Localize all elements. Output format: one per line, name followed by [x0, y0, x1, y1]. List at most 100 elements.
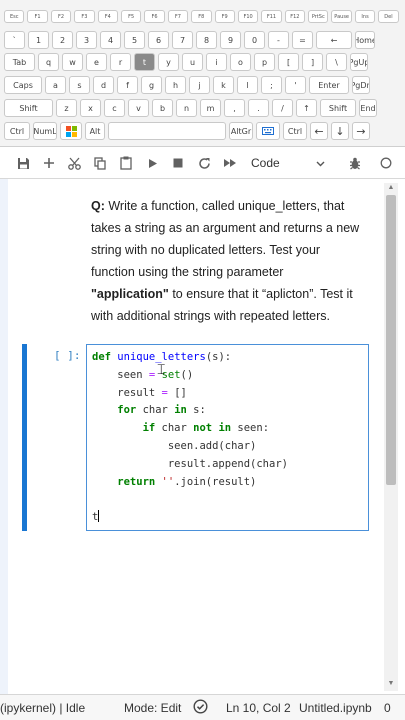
key-special-12[interactable]: Shift — [320, 99, 356, 117]
key-e[interactable]: e — [86, 53, 107, 71]
save-icon[interactable] — [14, 147, 32, 179]
key-v[interactable]: v — [128, 99, 149, 117]
key-t[interactable]: t — [134, 53, 155, 71]
key-special-11[interactable]: ' — [285, 76, 306, 94]
key-special-12[interactable]: = — [292, 31, 313, 49]
key-u[interactable]: u — [182, 53, 203, 71]
key-i[interactable]: i — [206, 53, 227, 71]
key-space[interactable] — [108, 122, 226, 140]
key-special-6[interactable]: F6 — [144, 10, 165, 23]
key-2[interactable]: 2 — [52, 31, 73, 49]
key-special-9[interactable]: F9 — [214, 10, 235, 23]
key-special-13[interactable]: PgDn — [352, 76, 370, 94]
key-special-14[interactable]: Home — [355, 31, 375, 49]
key-q[interactable]: q — [38, 53, 59, 71]
cursor-position[interactable]: Ln 10, Col 2 — [226, 701, 291, 715]
key-special-11[interactable]: ↑ — [296, 99, 317, 117]
key-n[interactable]: n — [176, 99, 197, 117]
key-a[interactable]: a — [45, 76, 66, 94]
key-special-14[interactable]: PgUp — [350, 53, 368, 71]
key-special-5[interactable]: F5 — [120, 10, 142, 23]
add-cell-icon[interactable] — [40, 147, 58, 179]
key-y[interactable]: y — [158, 53, 179, 71]
key-special-8[interactable]: , — [224, 99, 245, 117]
key-5[interactable]: 5 — [124, 31, 145, 49]
key-special-10[interactable]: / — [272, 99, 293, 117]
key-special-11[interactable]: F11 — [261, 10, 282, 23]
fast-forward-icon[interactable] — [220, 147, 240, 179]
run-icon[interactable] — [144, 147, 162, 179]
key-special-11[interactable]: [ — [278, 53, 299, 71]
key-special-13[interactable]: PrtSc — [308, 10, 329, 23]
key-special-13[interactable]: ← — [316, 31, 352, 49]
key-c[interactable]: c — [104, 99, 125, 117]
scroll-up-icon[interactable]: ▲ — [386, 183, 396, 193]
cut-icon[interactable] — [65, 147, 83, 179]
key-special-12[interactable]: F12 — [284, 10, 306, 23]
notification-count[interactable]: 0 — [384, 701, 391, 715]
keyboard-icon[interactable] — [256, 122, 280, 140]
key-8[interactable]: 8 — [196, 31, 217, 49]
markdown-cell[interactable]: Q: Write a function, called unique_lette… — [91, 195, 361, 327]
key-special-4[interactable]: F4 — [97, 10, 118, 23]
key-special-12[interactable]: ] — [302, 53, 323, 71]
key-arrow-down[interactable]: ↓ — [331, 122, 349, 140]
key-arrow-right[interactable]: → — [352, 122, 370, 140]
key-o[interactable]: o — [230, 53, 251, 71]
key-special-0[interactable]: ` — [4, 31, 25, 49]
key-m[interactable]: m — [200, 99, 221, 117]
key-special-10[interactable]: F10 — [237, 10, 259, 23]
key-special-16[interactable]: Del — [378, 10, 399, 23]
stop-icon[interactable] — [169, 147, 187, 179]
key-l[interactable]: l — [237, 76, 258, 94]
key-6[interactable]: 6 — [148, 31, 169, 49]
key-right-ctrl[interactable]: Ctrl — [283, 122, 307, 140]
key-special-15[interactable]: Ins — [354, 10, 376, 23]
key-alt[interactable]: Alt — [85, 122, 105, 140]
key-special-14[interactable]: Pause — [331, 10, 352, 23]
key-special-11[interactable]: - — [268, 31, 289, 49]
key-special-12[interactable]: Enter — [309, 76, 349, 94]
key-w[interactable]: w — [62, 53, 83, 71]
key-j[interactable]: j — [189, 76, 210, 94]
key-special-0[interactable]: Esc — [4, 10, 25, 23]
key-k[interactable]: k — [213, 76, 234, 94]
copy-icon[interactable] — [91, 147, 109, 179]
key-special-1[interactable]: F1 — [27, 10, 48, 23]
key-p[interactable]: p — [254, 53, 275, 71]
scrollbar-thumb[interactable] — [386, 195, 396, 485]
key-4[interactable]: 4 — [100, 31, 121, 49]
key-special-3[interactable]: F3 — [74, 10, 95, 23]
key-g[interactable]: g — [141, 76, 162, 94]
key-special-0[interactable]: Tab — [4, 53, 35, 71]
key-ctrl[interactable]: Ctrl — [4, 122, 30, 140]
key-special-8[interactable]: F8 — [191, 10, 212, 23]
key-special-0[interactable]: Shift — [4, 99, 53, 117]
key-x[interactable]: x — [80, 99, 101, 117]
cell-type-select[interactable]: Code — [251, 154, 325, 172]
key-r[interactable]: r — [110, 53, 131, 71]
windows-key-icon[interactable] — [60, 122, 82, 140]
code-content[interactable]: def unique_letters(s): seen = set() resu… — [92, 349, 288, 527]
key-9[interactable]: 9 — [220, 31, 241, 49]
key-altgr[interactable]: AltGr — [229, 122, 253, 140]
key-special-10[interactable]: ; — [261, 76, 282, 94]
key-arrow-left[interactable]: ← — [310, 122, 328, 140]
key-z[interactable]: z — [56, 99, 77, 117]
key-3[interactable]: 3 — [76, 31, 97, 49]
key-special-13[interactable]: End — [359, 99, 377, 117]
kernel-status[interactable]: (ipykernel) | Idle — [0, 701, 85, 715]
key-special-13[interactable]: \ — [326, 53, 347, 71]
key-special-7[interactable]: F7 — [167, 10, 189, 23]
key-f[interactable]: f — [117, 76, 138, 94]
key-b[interactable]: b — [152, 99, 173, 117]
key-special-2[interactable]: F2 — [50, 10, 72, 23]
key-numlock[interactable]: NumL — [33, 122, 57, 140]
paste-icon[interactable] — [117, 147, 135, 179]
key-1[interactable]: 1 — [28, 31, 49, 49]
key-s[interactable]: s — [69, 76, 90, 94]
scroll-down-icon[interactable]: ▼ — [386, 679, 396, 689]
restart-icon[interactable] — [195, 147, 213, 179]
key-h[interactable]: h — [165, 76, 186, 94]
key-d[interactable]: d — [93, 76, 114, 94]
